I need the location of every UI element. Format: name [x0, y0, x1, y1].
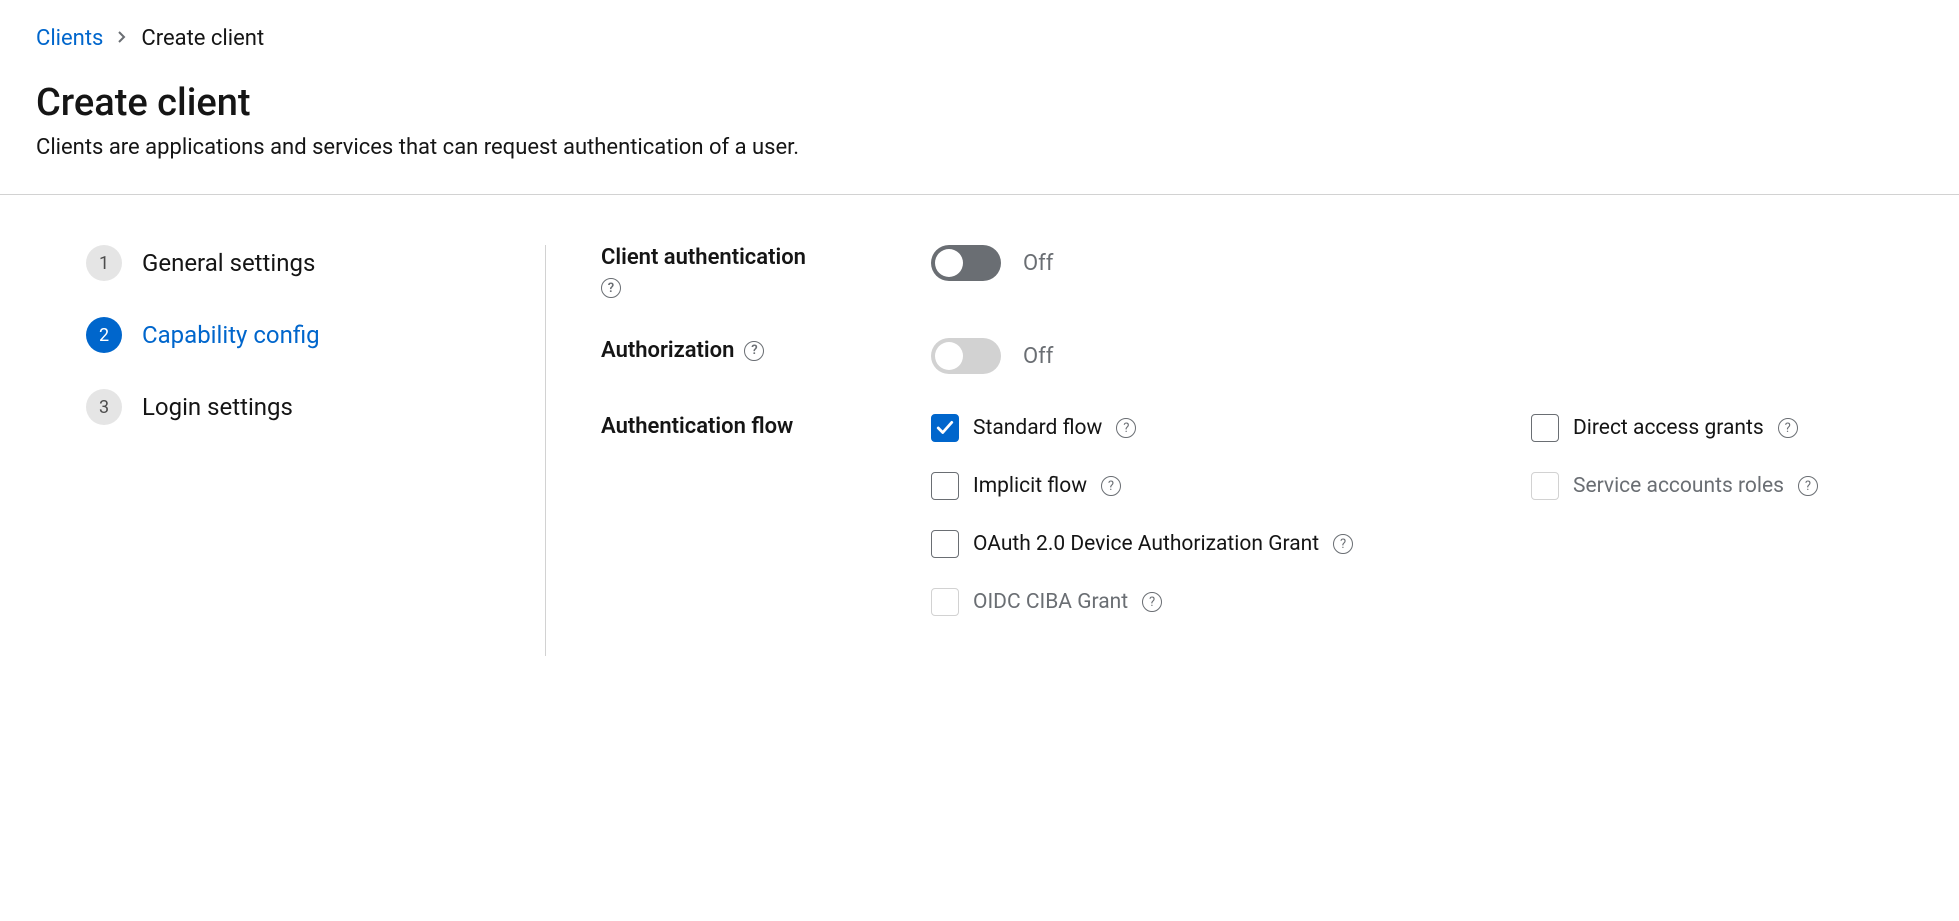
checkbox-direct-access-grants[interactable] — [1531, 414, 1559, 442]
chevron-right-icon — [117, 28, 127, 49]
checkbox-item-standard-flow: Standard flow ? — [931, 414, 1491, 442]
checkbox-label-standard-flow: Standard flow — [973, 416, 1102, 440]
label-authentication-flow: Authentication flow — [601, 414, 793, 439]
form-capability-config: Client authentication ? Off Au — [546, 245, 1923, 656]
step-number-3: 3 — [86, 389, 122, 425]
checkbox-label-service-accounts-roles: Service accounts roles — [1573, 474, 1784, 498]
checkbox-item-ciba-grant: OIDC CIBA Grant ? — [931, 588, 1923, 616]
checkbox-item-service-accounts-roles: Service accounts roles ? — [1531, 472, 1923, 500]
field-client-authentication: Client authentication ? Off — [601, 245, 1923, 298]
step-number-2: 2 — [86, 317, 122, 353]
help-icon[interactable]: ? — [1142, 592, 1162, 612]
checkbox-item-implicit-flow: Implicit flow ? — [931, 472, 1491, 500]
step-label-1: General settings — [142, 249, 315, 277]
toggle-client-authentication[interactable] — [931, 245, 1001, 281]
help-icon[interactable]: ? — [601, 278, 621, 298]
label-client-authentication: Client authentication — [601, 245, 806, 270]
step-number-1: 1 — [86, 245, 122, 281]
help-icon[interactable]: ? — [1333, 534, 1353, 554]
step-label-3: Login settings — [142, 393, 293, 421]
step-login-settings[interactable]: 3 Login settings — [86, 389, 515, 425]
help-icon[interactable]: ? — [1778, 418, 1798, 438]
checkbox-label-direct-access-grants: Direct access grants — [1573, 416, 1764, 440]
step-general-settings[interactable]: 1 General settings — [86, 245, 515, 281]
step-capability-config[interactable]: 2 Capability config — [86, 317, 515, 353]
step-label-2: Capability config — [142, 321, 320, 349]
help-icon[interactable]: ? — [1116, 418, 1136, 438]
toggle-state-client-auth: Off — [1023, 251, 1053, 276]
breadcrumb: Clients Create client — [0, 0, 1959, 51]
checkbox-ciba-grant — [931, 588, 959, 616]
checkbox-item-device-grant: OAuth 2.0 Device Authorization Grant ? — [931, 530, 1923, 558]
page-header: Create client Clients are applications a… — [0, 51, 1959, 195]
checkbox-standard-flow[interactable] — [931, 414, 959, 442]
toggle-state-authorization: Off — [1023, 344, 1053, 369]
help-icon[interactable]: ? — [1798, 476, 1818, 496]
checkbox-item-direct-access-grants: Direct access grants ? — [1531, 414, 1923, 442]
checkbox-device-grant[interactable] — [931, 530, 959, 558]
checkbox-label-implicit-flow: Implicit flow — [973, 474, 1087, 498]
checkbox-service-accounts-roles — [1531, 472, 1559, 500]
field-authentication-flow: Authentication flow Standard flow ? — [601, 414, 1923, 616]
breadcrumb-link-clients[interactable]: Clients — [36, 26, 103, 51]
checkbox-implicit-flow[interactable] — [931, 472, 959, 500]
page-title: Create client — [36, 81, 1923, 125]
toggle-authorization — [931, 338, 1001, 374]
help-icon[interactable]: ? — [1101, 476, 1121, 496]
field-authorization: Authorization ? Off — [601, 338, 1923, 374]
toggle-knob — [935, 249, 963, 277]
label-authorization: Authorization — [601, 338, 734, 363]
page-subtitle: Clients are applications and services th… — [36, 135, 1923, 160]
toggle-knob — [935, 342, 963, 370]
wizard-stepper: 1 General settings 2 Capability config 3… — [36, 245, 546, 656]
checkbox-label-device-grant: OAuth 2.0 Device Authorization Grant — [973, 532, 1319, 556]
breadcrumb-current: Create client — [141, 26, 264, 51]
help-icon[interactable]: ? — [744, 341, 764, 361]
checkbox-label-ciba-grant: OIDC CIBA Grant — [973, 590, 1128, 614]
